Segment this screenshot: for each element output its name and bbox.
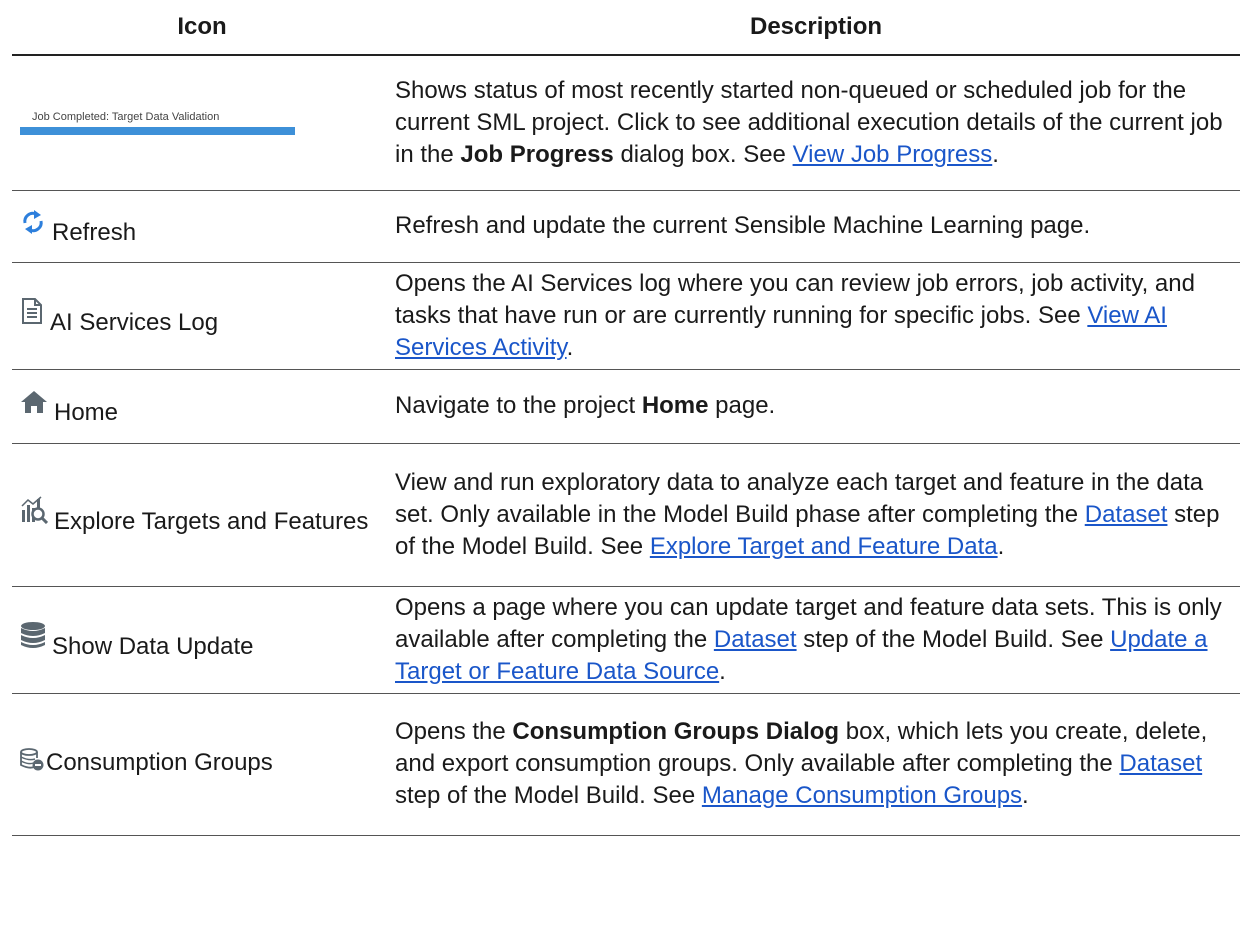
table-row: Show Data Update Opens a page where you … <box>12 586 1240 694</box>
description-text: Opens the AI Services log where you can … <box>395 269 1195 329</box>
home-icon <box>20 390 48 423</box>
icon-cell: Explore Targets and Features <box>12 443 392 587</box>
description-cell: Refresh and update the current Sensible … <box>392 190 1240 263</box>
description-cell: Navigate to the project Home page. <box>392 369 1240 444</box>
icon-cell: Refresh <box>12 190 392 263</box>
table-row: AI Services Log Opens the AI Services lo… <box>12 262 1240 370</box>
description-cell: View and run exploratory data to analyze… <box>392 443 1240 587</box>
description-text: . <box>1022 782 1029 809</box>
icon-label: AI Services Log <box>50 308 219 336</box>
description-text: . <box>719 657 726 685</box>
consumption-groups-icon <box>20 747 44 781</box>
icon-label: Refresh <box>52 219 137 247</box>
icon-label: Show Data Update <box>52 632 254 660</box>
refresh-icon <box>20 209 46 244</box>
description-text: dialog box. See <box>613 140 793 168</box>
description-text: . <box>997 532 1005 560</box>
description-text: . <box>566 333 574 361</box>
dataset-link[interactable]: Dataset <box>1119 750 1202 777</box>
description-cell: Shows status of most recently started no… <box>392 55 1240 191</box>
table-row: Job Completed: Target Data Validation Sh… <box>12 55 1240 191</box>
icon-cell: Consumption Groups <box>12 693 392 836</box>
view-job-progress-link[interactable]: View Job Progress <box>793 141 993 168</box>
description-cell: Opens the Consumption Groups Dialog box,… <box>392 693 1240 836</box>
description-column-header: Description <box>392 0 1240 56</box>
table-row: Refresh Refresh and update the current S… <box>12 190 1240 263</box>
icon-cell: Job Completed: Target Data Validation <box>12 55 392 191</box>
table-row: Explore Targets and Features View and ru… <box>12 443 1240 587</box>
description-text: Opens the <box>395 718 513 745</box>
dataset-link[interactable]: Dataset <box>714 626 797 653</box>
bold-term: Home <box>641 392 709 419</box>
description-text: step of the Model Build. See <box>796 625 1111 653</box>
explore-chart-icon <box>20 496 49 533</box>
bold-term: Job Progress <box>460 140 614 168</box>
database-icon <box>20 621 46 658</box>
job-status-thumbnail[interactable]: Job Completed: Target Data Validation <box>12 110 392 136</box>
description-text: step of the Model Build. See <box>395 782 702 809</box>
icon-column-header: Icon <box>12 0 392 56</box>
bold-term: Consumption Groups Dialog <box>512 718 840 745</box>
icon-label: Consumption Groups <box>46 749 273 777</box>
job-progress-bar <box>20 127 295 136</box>
icon-label: Home <box>54 399 119 427</box>
description-text: View and run exploratory data to analyze… <box>395 468 1204 528</box>
table-header-row: Icon Description <box>12 0 1240 56</box>
explore-target-and-feature-data-link[interactable]: Explore Target and Feature Data <box>650 533 998 560</box>
icon-cell: Home <box>12 369 392 444</box>
icon-cell: Show Data Update <box>12 586 392 694</box>
description-text: . <box>992 140 999 168</box>
icon-label: Explore Targets and Features <box>54 507 369 535</box>
icon-reference-table: Icon Description Job Completed: Target D… <box>12 0 1240 836</box>
table-row: Consumption Groups Opens the Consumption… <box>12 693 1240 836</box>
dataset-link[interactable]: Dataset <box>1085 501 1168 528</box>
description-text: Navigate to the project <box>395 392 642 419</box>
job-status-text: Job Completed: Target Data Validation <box>32 111 220 124</box>
icon-cell: AI Services Log <box>12 262 392 370</box>
description-cell: Opens the AI Services log where you can … <box>392 262 1240 370</box>
manage-consumption-groups-link[interactable]: Manage Consumption Groups <box>702 782 1022 809</box>
description-text: page. <box>708 392 776 419</box>
table-row: Home Navigate to the project Home page. <box>12 369 1240 444</box>
description-cell: Opens a page where you can update target… <box>392 586 1240 694</box>
document-icon <box>20 298 44 333</box>
description-text: Refresh and update the current Sensible … <box>395 212 1091 239</box>
